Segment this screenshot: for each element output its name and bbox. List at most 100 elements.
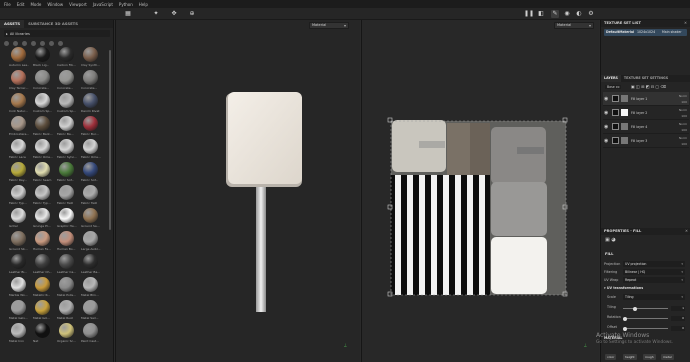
layer-blend-mode[interactable]: Norm	[679, 94, 687, 98]
material-thumbnail[interactable]: Denim Rivet	[81, 93, 99, 115]
material-thumbnail[interactable]: Fabric Ray...	[9, 162, 27, 184]
layer-row[interactable]: ◉ Fill layer 2 Norm 100	[603, 106, 689, 120]
tab-assets[interactable]: ASSETS	[0, 20, 25, 28]
menu-mode[interactable]: Mode	[30, 2, 41, 7]
tab-texture-set-settings[interactable]: TEXTURE SET SETTINGS	[621, 75, 671, 82]
layer-opacity[interactable]: 100	[681, 114, 687, 118]
material-thumbnail[interactable]: Large Avibl...	[81, 231, 100, 253]
material-thumbnail[interactable]: Fabric Typ...	[9, 185, 27, 207]
camera-icon[interactable]: ◉	[563, 10, 571, 18]
material-thumbnail[interactable]: Fabric Sylvi...	[57, 139, 77, 161]
close-icon[interactable]: ✕	[685, 228, 688, 235]
material-thumbnail[interactable]: Paint Cast...	[81, 323, 99, 345]
material-thumbnail[interactable]: Metal Rust	[57, 300, 75, 322]
menu-window[interactable]: Window	[47, 2, 63, 7]
tiling-slider-knob[interactable]	[633, 306, 637, 311]
cursor-icon[interactable]: ✦	[152, 10, 160, 18]
layer-row[interactable]: ◉ Fill layer 4 Norm 100	[603, 120, 689, 134]
rotation-slider[interactable]	[623, 316, 668, 321]
material-thumbnail[interactable]: Fabric Ome...	[33, 139, 53, 161]
eye-icon[interactable]: ◉	[604, 138, 608, 144]
material-thumbnail[interactable]: Nat	[33, 323, 51, 345]
material-thumbnail[interactable]: Leather Bi...	[9, 254, 27, 276]
menu-help[interactable]: Help	[139, 2, 148, 7]
settings-icon[interactable]: ⚙	[587, 10, 595, 18]
menu-edit[interactable]: Edit	[17, 2, 25, 7]
rotation-slider-knob[interactable]	[623, 316, 627, 321]
material-thumbnail[interactable]: Metal Blin...	[81, 277, 99, 299]
close-icon[interactable]: ✕	[684, 20, 687, 27]
layer-row[interactable]: ◉ Fill layer 1 Norm 100	[603, 92, 689, 106]
layer-opacity[interactable]: 100	[681, 100, 687, 104]
material-thumbnail[interactable]: Black Lig...	[33, 47, 51, 69]
material-thumbnail[interactable]: Fabric Bark...	[33, 116, 53, 138]
transform-icon[interactable]: ✥	[170, 10, 178, 18]
channel-rough[interactable]: rough	[643, 354, 656, 360]
material-thumbnail[interactable]: Fabric Bur...	[81, 116, 99, 138]
material-thumbnail[interactable]: Clay Synth...	[81, 47, 100, 69]
material-thumbnail[interactable]: Human Fa...	[33, 231, 51, 253]
material-thumbnail[interactable]: Embroidere...	[9, 116, 29, 138]
material-thumbnail[interactable]: Fabric Ome...	[81, 139, 101, 161]
filter-materials-icon[interactable]	[4, 41, 9, 46]
tiling-value[interactable]: 1	[671, 306, 685, 311]
material-thumbnail[interactable]: Fabric Twill	[57, 185, 75, 207]
material-thumbnail[interactable]: Grillel	[9, 208, 27, 230]
material-thumbnail[interactable]: Metal Galv...	[9, 300, 28, 322]
tiling-slider[interactable]	[623, 306, 668, 311]
material-thumbnail[interactable]: Custom Sp...	[33, 93, 52, 115]
view-icon[interactable]: ⊕	[188, 10, 196, 18]
material-thumbnail[interactable]: Metal Polis...	[57, 277, 76, 299]
menu-file[interactable]: File	[4, 2, 11, 7]
layer-blend-mode[interactable]: Norm	[679, 108, 687, 112]
texture-set-shader[interactable]: Main shader	[662, 29, 682, 36]
material-thumbnail[interactable]: Metal Gol...	[33, 300, 51, 322]
material-thumbnail[interactable]: Ground Sa...	[81, 208, 100, 230]
material-thumbnail[interactable]: Concrete...	[81, 70, 99, 92]
projection-dropdown[interactable]: UV projection	[623, 261, 685, 267]
filter-brush-icon[interactable]	[22, 41, 27, 46]
material-thumbnail[interactable]: Fabric Lace	[9, 139, 27, 161]
material-thumbnail[interactable]: Grunge Pl...	[33, 208, 51, 230]
uvwrap-dropdown[interactable]: Repeat	[623, 277, 685, 283]
viewport-3d[interactable]: Material ⟂	[115, 20, 360, 362]
filter-smart-icon[interactable]	[13, 41, 18, 46]
material-thumbnail[interactable]: Fabric Twill	[81, 185, 99, 207]
pause-icon[interactable]: ❚❚	[524, 10, 534, 18]
layer-blend-mode[interactable]: Norm	[679, 122, 687, 126]
display-icon[interactable]: ◐	[575, 10, 583, 18]
offset-slider-knob[interactable]	[623, 326, 627, 331]
layer-opacity[interactable]: 100	[681, 128, 687, 132]
brush-icon[interactable]: ✎	[551, 10, 559, 18]
uv-transformations-header[interactable]: ▾ UV transformations	[604, 286, 643, 290]
material-thumbnail[interactable]: Custom Sp...	[57, 93, 76, 115]
texture-set-row[interactable]: DefaultMaterial 1024x1024 Main shader	[604, 29, 687, 36]
offset-value[interactable]: 0	[671, 326, 685, 331]
menu-viewport[interactable]: Viewport	[69, 2, 87, 7]
material-thumbnail[interactable]: Leather Ch...	[33, 254, 52, 276]
material-thumbnail[interactable]: Concrete...	[33, 70, 51, 92]
material-thumbnail[interactable]: Metal Iron	[9, 323, 27, 345]
grid-icon[interactable]: ▦	[124, 10, 132, 18]
filter-texture-icon[interactable]	[31, 41, 36, 46]
material-thumbnail[interactable]: Clay Terrac...	[9, 70, 28, 92]
material-thumbnail[interactable]: Metallic R...	[33, 277, 51, 299]
scale-dropdown[interactable]: Tiling	[623, 294, 685, 300]
tab-layers[interactable]: LAYERS	[601, 75, 621, 82]
material-thumbnail[interactable]: Fabric Seam	[33, 162, 51, 184]
fill-tab-icon[interactable]: ▣ ◕	[605, 237, 616, 243]
material-thumbnail[interactable]: Fabric Ba...	[57, 116, 75, 138]
material-thumbnail[interactable]: Concrete...	[57, 70, 75, 92]
material-thumbnail[interactable]: Carbon Fib...	[57, 47, 76, 69]
filter-mask-icon[interactable]	[40, 41, 45, 46]
material-thumbnail[interactable]: Leather Ba...	[81, 254, 100, 276]
material-thumbnail[interactable]: Ground Sb...	[9, 231, 28, 253]
add-layer-icon[interactable]: ▣ ◫ ⊞ ◩ ⊟ ▢ ⌫	[631, 84, 666, 89]
tab-substance-3d-assets[interactable]: SUBSTANCE 3D ASSETS	[24, 20, 82, 28]
material-thumbnail[interactable]: Leather Ca...	[57, 254, 76, 276]
material-thumbnail[interactable]: Autumn Lea...	[9, 47, 29, 69]
channel-metal[interactable]: metal	[661, 354, 674, 360]
material-thumbnail[interactable]: Fabric Typ...	[33, 185, 51, 207]
channel-height[interactable]: height	[623, 354, 637, 360]
offset-slider[interactable]	[623, 326, 668, 331]
